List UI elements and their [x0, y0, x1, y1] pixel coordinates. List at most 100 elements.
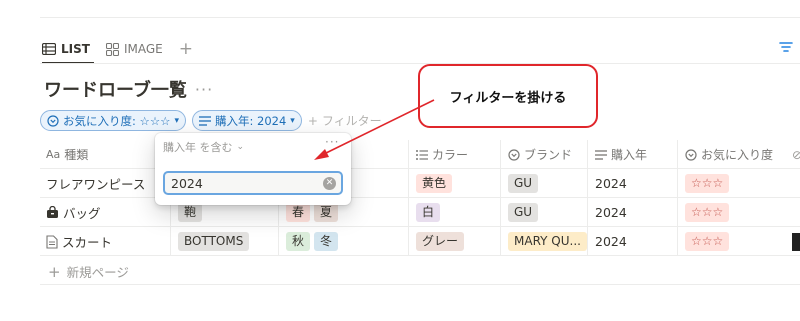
row-favorite[interactable]: ☆☆☆ [685, 169, 730, 198]
tab-list[interactable]: LIST [42, 42, 90, 56]
year-text: 2024 [595, 176, 627, 191]
row-color[interactable]: 白 [416, 198, 441, 227]
favorite-tag: ☆☆☆ [685, 203, 730, 222]
table-header-row: Aa 種類 ··· カラー ブランド [40, 140, 800, 169]
select-circle-icon [685, 148, 697, 161]
filter-condition-selector[interactable]: 購入年 を含む ⌄ [163, 139, 244, 155]
row-favorite[interactable]: ☆☆☆ [685, 227, 730, 256]
row-year[interactable]: 2024 [595, 198, 627, 227]
clear-icon[interactable]: ✕ [323, 177, 336, 190]
header-name[interactable]: Aa 種類 [46, 140, 88, 169]
year-text: 2024 [595, 205, 627, 220]
table-row[interactable]: スカート BOTTOMS 秋 冬 グレー MARY QU... 2024 ☆☆☆ [40, 227, 800, 256]
row-year[interactable]: 2024 [595, 169, 627, 198]
header-year[interactable]: 購入年 [595, 140, 647, 169]
season-tag: 秋 [286, 232, 311, 251]
row-name[interactable]: フレアワンピース [46, 169, 145, 198]
brand-tag: GU [508, 174, 539, 193]
row-extra-image [792, 227, 800, 256]
filter-condition-label: 購入年 を含む [163, 141, 233, 154]
title-property-icon: Aa [46, 148, 61, 161]
season-tag: 春 [286, 203, 311, 222]
row-brand[interactable]: GU [508, 198, 539, 227]
list-lines-icon [416, 149, 428, 160]
tab-image-label: IMAGE [123, 42, 163, 56]
header-name-label: 種類 [64, 148, 89, 162]
table-row[interactable]: バッグ 鞄 春 夏 白 GU 2024 ☆☆☆ [40, 198, 800, 227]
season-tag: 夏 [314, 203, 339, 222]
favorite-tag: ☆☆☆ [685, 174, 730, 193]
filter-chip-favorite-label: お気に入り度: ☆☆☆ [63, 113, 171, 128]
row-category[interactable]: BOTTOMS [178, 227, 250, 256]
row-name[interactable]: バッグ [46, 198, 101, 227]
filter-popup: 購入年 を含む ⌄ ··· 2024 ✕ [155, 133, 351, 205]
season-tag: 冬 [314, 232, 339, 251]
select-circle-icon [47, 114, 59, 127]
row-favorite[interactable]: ☆☆☆ [685, 198, 730, 227]
color-tag: 白 [416, 203, 441, 222]
page-icon [46, 234, 58, 249]
filter-chip-favorite[interactable]: お気に入り度: ☆☆☆ ▾ [40, 110, 186, 131]
color-tag: グレー [416, 232, 465, 251]
row-color[interactable]: 黄色 [416, 169, 453, 198]
header-color-label: カラー [432, 148, 469, 162]
text-lines-icon [595, 149, 607, 160]
add-filter-label: フィルター [321, 114, 382, 128]
popup-more-button[interactable]: ··· [325, 135, 339, 149]
chevron-down-icon: ▾ [290, 115, 295, 126]
row-season[interactable]: 秋 冬 [286, 227, 339, 256]
annotation-callout: フィルターを掛ける [418, 64, 598, 128]
tab-list-label: LIST [61, 42, 90, 56]
database-more-button[interactable]: ··· [195, 80, 213, 99]
tab-image[interactable]: IMAGE [105, 42, 163, 56]
row-name-text: バッグ [63, 206, 101, 221]
text-lines-icon [199, 115, 211, 126]
filter-chip-year[interactable]: 購入年: 2024 ▾ [192, 110, 302, 131]
header-color[interactable]: カラー [416, 140, 468, 169]
row-name-text: フレアワンピース [46, 177, 146, 192]
row-name-text: スカート [62, 235, 113, 250]
header-brand-label: ブランド [524, 148, 573, 162]
header-link-icon: ⊘ [792, 147, 800, 162]
year-text: 2024 [595, 234, 627, 249]
filter-bar: お気に入り度: ☆☆☆ ▾ 購入年: 2024 ▾ + フィルター [40, 110, 382, 131]
new-page-button[interactable]: + 新規ページ [48, 262, 129, 281]
filter-chip-year-label: 購入年: 2024 [215, 113, 287, 128]
tabs-divider [40, 63, 800, 64]
database-title: ワードローブ一覧 ··· [44, 76, 213, 102]
bottom-divider [40, 284, 800, 285]
view-tabs: LIST IMAGE + [42, 38, 193, 60]
filter-value-input[interactable]: 2024 ✕ [163, 171, 343, 195]
brand-tag: GU [508, 203, 539, 222]
plus-icon: + [307, 113, 318, 128]
select-circle-icon [508, 148, 520, 161]
add-view-button[interactable]: + [179, 40, 193, 58]
row-brand[interactable]: GU [508, 169, 539, 198]
filter-icon[interactable] [779, 40, 793, 54]
database-table: Aa 種類 ··· カラー ブランド [40, 140, 800, 256]
header-favorite-label: お気に入り度 [701, 148, 774, 162]
category-tag: 鞄 [178, 203, 203, 222]
plus-icon: + [48, 262, 61, 281]
gallery-icon [105, 42, 119, 56]
table-row[interactable]: フレアワンピース 黄色 GU 2024 ☆☆☆ [40, 169, 800, 198]
brand-tag: MARY QU... [508, 232, 587, 251]
header-favorite[interactable]: お気に入り度 [685, 140, 773, 169]
row-year[interactable]: 2024 [595, 227, 627, 256]
list-icon [42, 43, 56, 55]
top-divider [40, 17, 800, 18]
database-title-text[interactable]: ワードローブ一覧 [44, 76, 187, 102]
add-filter-button[interactable]: + フィルター [308, 112, 382, 129]
row-brand[interactable]: MARY QU... [508, 227, 587, 256]
chevron-down-icon: ▾ [174, 115, 179, 126]
row-name[interactable]: スカート [46, 227, 112, 256]
annotation-text: フィルターを掛ける [449, 90, 567, 106]
header-year-label: 購入年 [611, 148, 648, 162]
header-brand[interactable]: ブランド [508, 140, 572, 169]
row-color[interactable]: グレー [416, 227, 465, 256]
category-tag: BOTTOMS [178, 232, 250, 251]
bag-icon [47, 206, 58, 218]
new-page-label: 新規ページ [66, 265, 129, 280]
filter-value-text: 2024 [171, 175, 203, 191]
favorite-tag: ☆☆☆ [685, 232, 730, 251]
